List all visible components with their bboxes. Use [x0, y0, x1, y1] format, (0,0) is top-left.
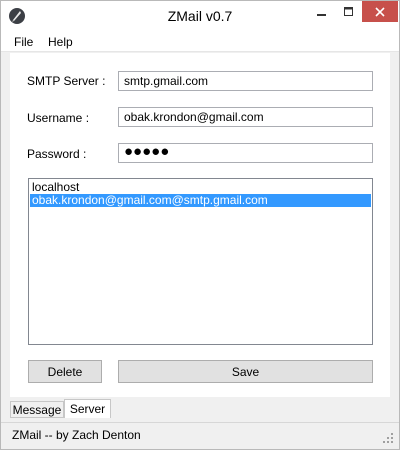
username-label: Username :: [27, 111, 90, 125]
minimize-button[interactable]: [308, 1, 335, 22]
smtp-server-input[interactable]: [118, 71, 373, 91]
menu-file[interactable]: File: [14, 35, 33, 49]
password-label: Password :: [27, 147, 87, 161]
close-icon: [375, 6, 385, 17]
title-bar[interactable]: ZMail v0.7: [1, 1, 399, 32]
tab-message[interactable]: Message: [10, 401, 64, 418]
username-input[interactable]: [118, 107, 373, 127]
save-button[interactable]: Save: [118, 360, 373, 383]
app-window: ZMail v0.7 File Help SMTP Server : Usern…: [0, 0, 400, 450]
maximize-icon: [343, 6, 353, 16]
delete-button[interactable]: Delete: [28, 360, 102, 383]
account-list[interactable]: localhost obak.krondon@gmail.com@smtp.gm…: [28, 178, 373, 345]
status-bar: ZMail -- by Zach Denton: [1, 422, 399, 449]
resize-grip-icon[interactable]: [383, 433, 393, 443]
menu-help[interactable]: Help: [48, 35, 73, 49]
minimize-icon: [316, 13, 326, 16]
maximize-button[interactable]: [335, 1, 362, 22]
close-button[interactable]: [362, 1, 398, 22]
status-text: ZMail -- by Zach Denton: [12, 428, 141, 442]
list-item-selected[interactable]: obak.krondon@gmail.com@smtp.gmail.com: [30, 194, 371, 207]
password-input[interactable]: ●●●●●: [118, 143, 373, 163]
tab-server[interactable]: Server: [64, 399, 111, 418]
server-settings-panel: SMTP Server : Username : Password : ●●●●…: [10, 53, 390, 397]
menu-bar: File Help: [1, 32, 399, 52]
tab-strip: Message Server: [10, 399, 390, 419]
smtp-server-label: SMTP Server :: [27, 74, 106, 88]
